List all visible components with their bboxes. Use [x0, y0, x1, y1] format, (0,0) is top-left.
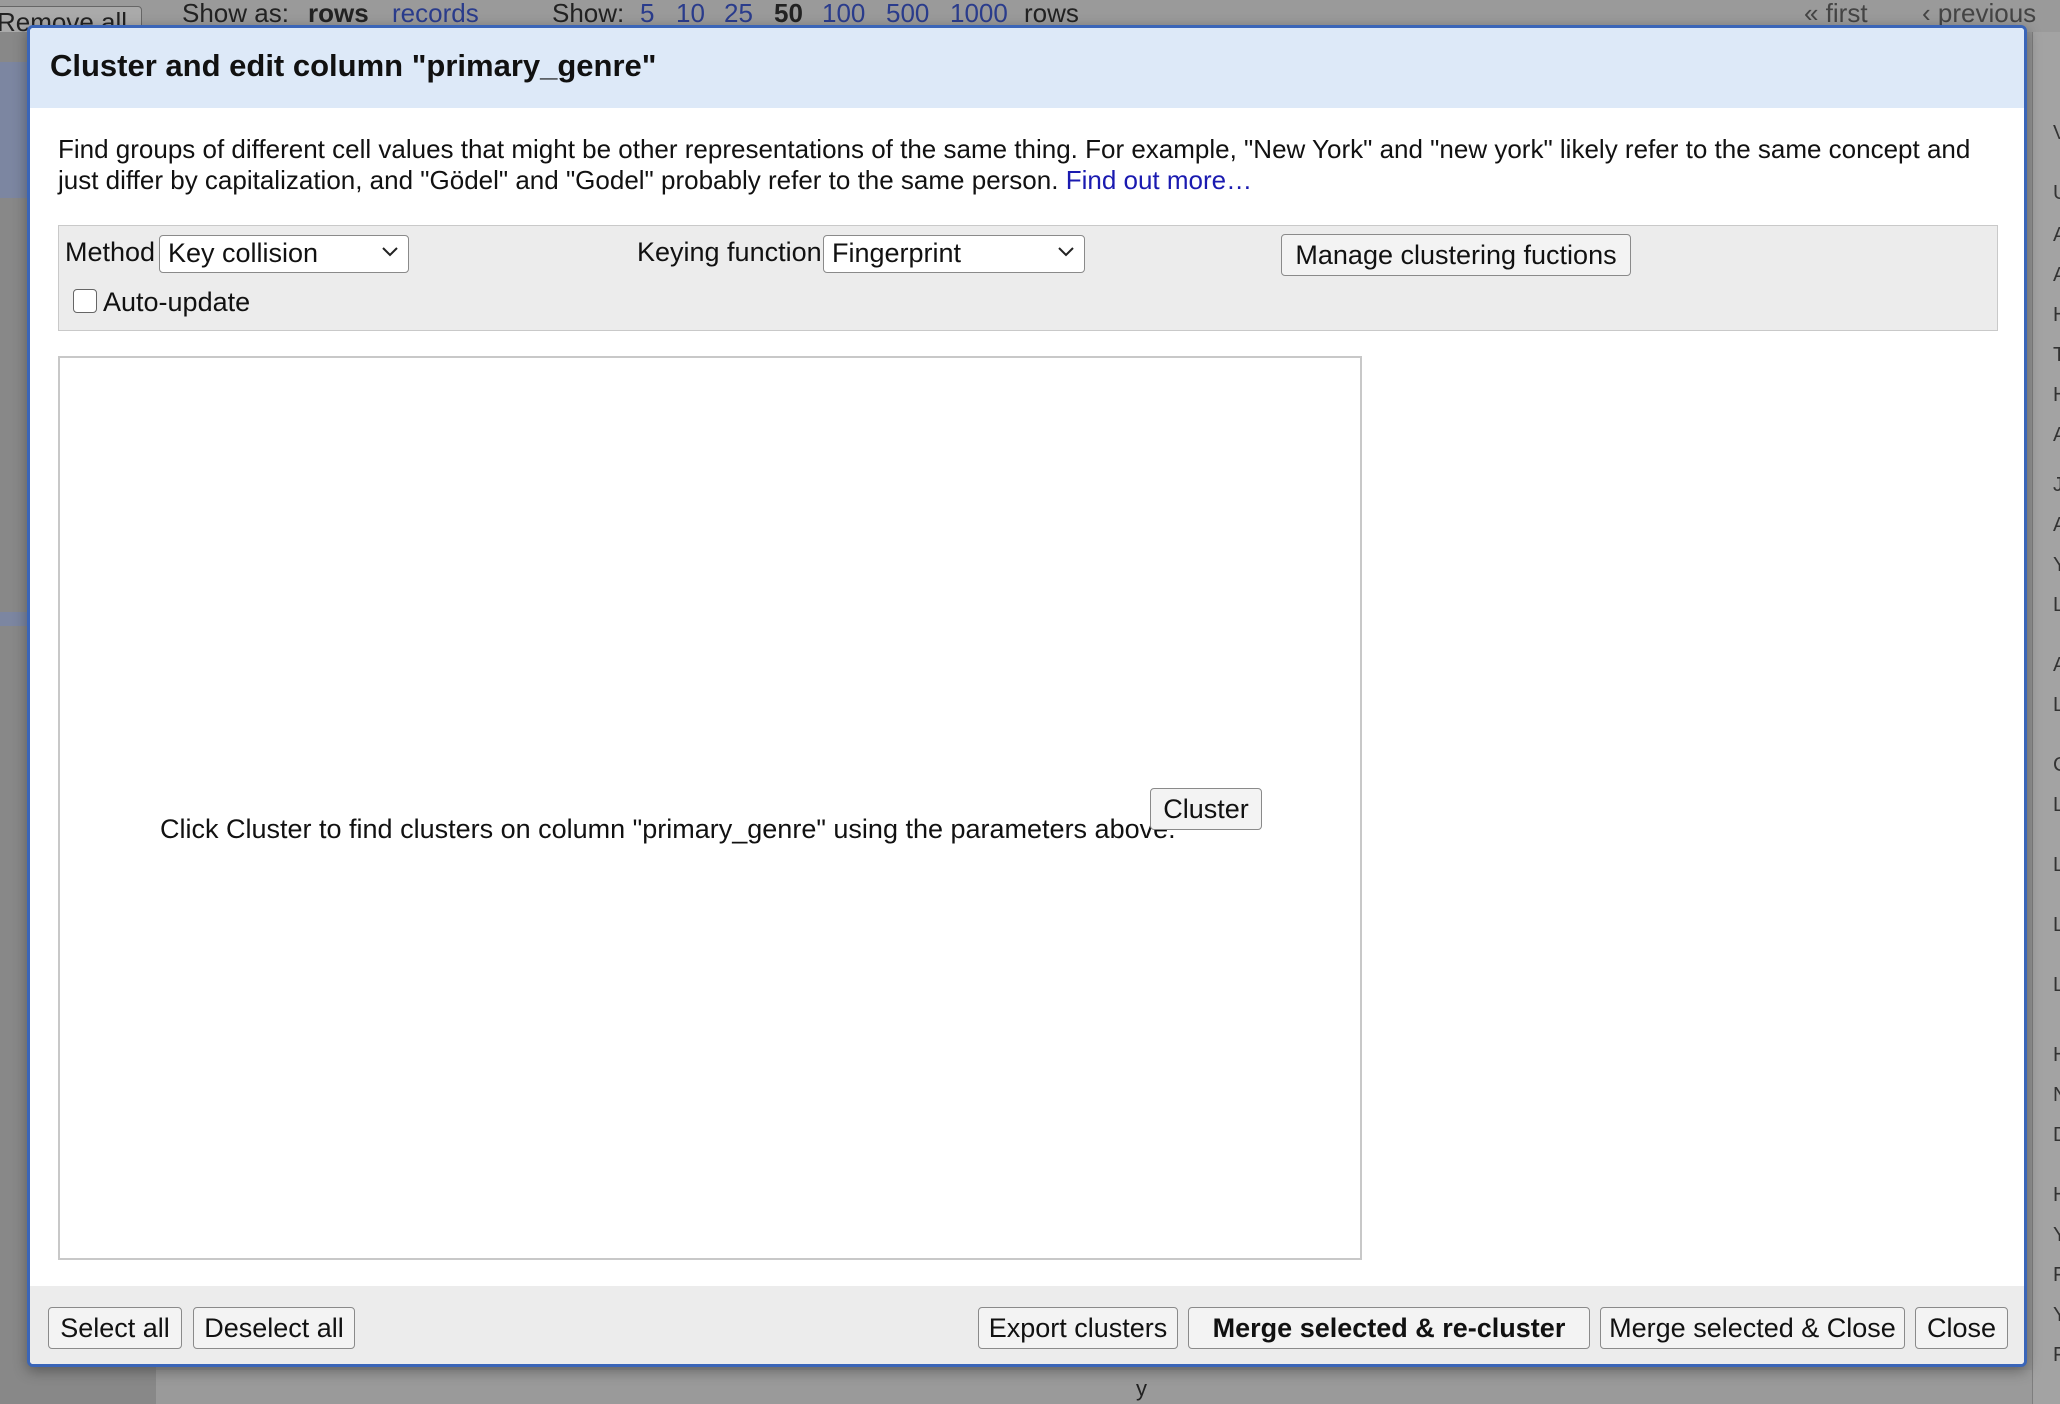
grid-cell-letter: U: [2053, 182, 2060, 205]
method-select-value: Key collision: [168, 238, 319, 268]
cluster-prompt-text: Click Cluster to find clusters on column…: [160, 814, 1176, 844]
keying-function-label: Keying function: [637, 237, 822, 267]
grid-cell-letter: H: [2053, 1184, 2060, 1207]
grid-cell-letter: Y: [2053, 554, 2060, 576]
grid-cell-letter: L: [2053, 914, 2060, 936]
grid-cell-letter: L: [2053, 694, 2060, 716]
grid-cell-letter: A: [2053, 424, 2060, 446]
grid-cell-letter: Y: [2053, 1304, 2060, 1326]
grid-cell-letter: L: [2053, 974, 2060, 996]
export-clusters-button[interactable]: Export clusters: [978, 1307, 1178, 1349]
description-text: Find groups of different cell values tha…: [58, 134, 1971, 195]
grid-cell-letter: N: [2053, 1084, 2060, 1107]
method-select[interactable]: Key collision: [159, 235, 409, 273]
grid-cell-letter: F: [2053, 1264, 2060, 1286]
grid-cell-letter: L: [2053, 854, 2060, 876]
manage-clustering-functions-button[interactable]: Manage clustering fuctions: [1281, 234, 1631, 276]
dialog-title: Cluster and edit column "primary_genre": [50, 48, 657, 83]
keying-function-select[interactable]: Fingerprint: [823, 235, 1085, 273]
cluster-button[interactable]: Cluster: [1150, 788, 1262, 830]
grid-cell-text: y: [1136, 1376, 1147, 1401]
grid-cell-letter: Y: [2053, 1224, 2060, 1246]
background-panel-highlight: [0, 62, 30, 198]
auto-update-label[interactable]: Auto-update: [103, 287, 250, 318]
dialog-footer: Select all Deselect all Export clusters …: [30, 1286, 2024, 1364]
merge-close-button[interactable]: Merge selected & Close: [1600, 1307, 1905, 1349]
grid-cell-letter: C: [2053, 754, 2060, 777]
method-label: Method: [65, 237, 156, 267]
grid-cell-letter: F: [2053, 1344, 2060, 1366]
dialog-header[interactable]: Cluster and edit column "primary_genre": [30, 28, 2024, 108]
background-right-column: V U A A H T H A J A Y L A L C L L L L H …: [2032, 32, 2060, 1404]
grid-cell-letter: H: [2053, 384, 2060, 407]
grid-cell-letter: D: [2053, 1124, 2060, 1147]
grid-cell-letter: H: [2053, 1044, 2060, 1067]
grid-cell-letter: H: [2053, 304, 2060, 327]
chevron-down-icon: [382, 247, 398, 257]
merge-recluster-button[interactable]: Merge selected & re-cluster: [1188, 1307, 1590, 1349]
select-all-button[interactable]: Select all: [48, 1307, 182, 1349]
chevron-down-icon: [1058, 247, 1074, 257]
dialog-description: Find groups of different cell values tha…: [58, 134, 2008, 196]
cluster-edit-dialog: Cluster and edit column "primary_genre" …: [27, 25, 2027, 1367]
find-out-more-link[interactable]: Find out more…: [1066, 165, 1252, 195]
grid-cell-letter: A: [2053, 654, 2060, 676]
grid-cell-letter: L: [2053, 794, 2060, 816]
auto-update-checkbox[interactable]: [73, 289, 97, 313]
grid-cell-letter: A: [2053, 264, 2060, 286]
grid-cell-letter: V: [2053, 122, 2060, 144]
background-grid-row: y: [156, 1370, 2032, 1404]
grid-cell-letter: L: [2053, 594, 2060, 616]
grid-cell-letter: A: [2053, 224, 2060, 246]
deselect-all-button[interactable]: Deselect all: [193, 1307, 355, 1349]
keying-function-select-value: Fingerprint: [832, 238, 962, 268]
grid-cell-letter: A: [2053, 514, 2060, 536]
clustering-controls: Method Key collision Keying function Fin…: [58, 225, 1998, 331]
grid-cell-letter: T: [2053, 344, 2060, 366]
grid-cell-letter: J: [2053, 474, 2060, 496]
background-panel-marker: [0, 612, 30, 626]
close-button[interactable]: Close: [1915, 1307, 2008, 1349]
